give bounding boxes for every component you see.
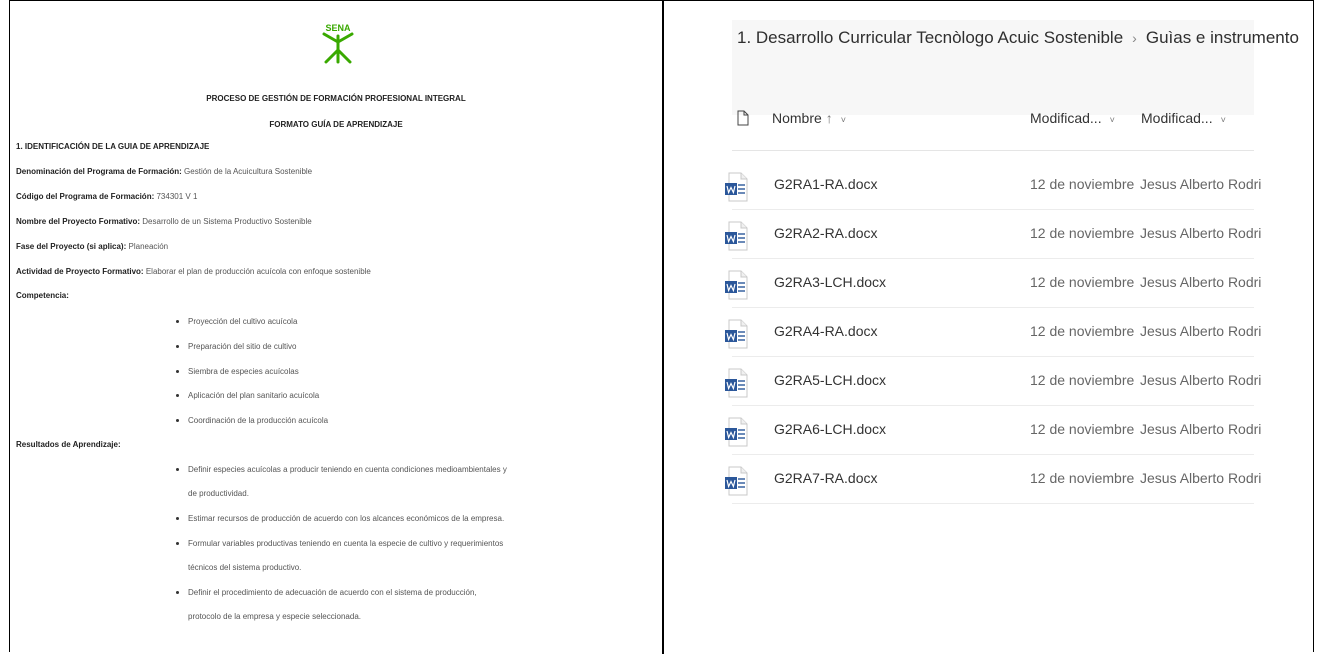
file-name-link[interactable]: G2RA7-RA.docx xyxy=(774,470,877,486)
file-name-link[interactable]: G2RA2-RA.docx xyxy=(774,225,877,241)
file-modified-date: 12 de noviembre xyxy=(1030,225,1135,241)
file-name-link[interactable]: G2RA3-LCH.docx xyxy=(774,274,886,290)
chevron-down-icon: ˅ xyxy=(1109,115,1115,125)
doc-title-process: PROCESO DE GESTIÓN DE FORMACIÓN PROFESIO… xyxy=(206,94,466,103)
doc-title-format: FORMATO GUÍA DE APRENDIZAJE xyxy=(269,120,403,129)
breadcrumb: 1. Desarrollo Curricular Tecnòlogo Acuic… xyxy=(737,28,1299,48)
file-modified-date: 12 de noviembre xyxy=(1030,372,1135,388)
competencia-label: Competencia: xyxy=(16,291,69,300)
list-item: Aplicación del plan sanitario acuícola xyxy=(176,391,319,400)
breadcrumb-folder-parent[interactable]: 1. Desarrollo Curricular Tecnòlogo Acuic… xyxy=(737,28,1123,47)
word-document-icon xyxy=(725,172,748,202)
column-header-name[interactable]: Nombre ↑ ˅ xyxy=(772,110,846,126)
file-modified-by: Jesus Alberto Rodri xyxy=(1140,225,1262,241)
list-item: Definir el procedimiento de adecuación d… xyxy=(176,588,477,597)
field-proyecto: Nombre del Proyecto Formativo: Desarroll… xyxy=(16,217,312,226)
list-item: Coordinación de la producción acuícola xyxy=(176,416,328,425)
list-item: Formular variables productivas teniendo … xyxy=(176,539,503,548)
file-name-link[interactable]: G2RA1-RA.docx xyxy=(774,176,877,192)
list-item-continuation: técnicos del sistema productivo. xyxy=(188,563,302,572)
file-list-panel: 1. Desarrollo Curricular Tecnòlogo Acuic… xyxy=(664,0,1314,654)
file-modified-by: Jesus Alberto Rodri xyxy=(1140,176,1262,192)
svg-text:SENA: SENA xyxy=(325,23,351,33)
column-header-modified-by[interactable]: Modificad... ˅ xyxy=(1141,110,1226,126)
chevron-down-icon: ˅ xyxy=(1220,115,1226,125)
file-modified-date: 12 de noviembre xyxy=(1030,176,1135,192)
list-item-continuation: protocolo de la empresa y especie selecc… xyxy=(188,612,361,621)
section-identification: 1. IDENTIFICACIÓN DE LA GUIA DE APRENDIZ… xyxy=(16,142,210,151)
word-document-icon xyxy=(725,368,748,398)
list-item: Estimar recursos de producción de acuerd… xyxy=(176,514,504,523)
list-item: Preparación del sitio de cultivo xyxy=(176,342,297,351)
column-header-modified[interactable]: Modificad... ˅ xyxy=(1030,110,1115,126)
list-item: Siembra de especies acuícolas xyxy=(176,367,299,376)
breadcrumb-separator-icon: › xyxy=(1132,30,1137,46)
resultados-label: Resultados de Aprendizaje: xyxy=(16,440,121,449)
sena-logo: SENA xyxy=(322,22,354,64)
file-modified-date: 12 de noviembre xyxy=(1030,323,1135,339)
document-preview: SENA PROCESO DE GESTIÓN DE FORMACIÓN PRO… xyxy=(11,0,661,654)
list-item: Definir especies acuícolas a producir te… xyxy=(176,465,507,474)
word-document-icon xyxy=(725,319,748,349)
file-modified-by: Jesus Alberto Rodri xyxy=(1140,323,1262,339)
file-modified-date: 12 de noviembre xyxy=(1030,421,1135,437)
word-document-icon xyxy=(725,417,748,447)
file-modified-by: Jesus Alberto Rodri xyxy=(1140,274,1262,290)
chevron-down-icon: ˅ xyxy=(840,115,846,125)
breadcrumb-folder-current[interactable]: Guìas e instrumento xyxy=(1146,28,1299,47)
file-name-link[interactable]: G2RA6-LCH.docx xyxy=(774,421,886,437)
file-modified-date: 12 de noviembre xyxy=(1030,274,1135,290)
field-actividad: Actividad de Proyecto Formativo: Elabora… xyxy=(16,267,371,276)
word-document-icon xyxy=(725,466,748,496)
sort-ascending-icon: ↑ xyxy=(825,110,833,126)
file-modified-by: Jesus Alberto Rodri xyxy=(1140,372,1262,388)
header-divider xyxy=(732,150,1254,151)
file-type-column-icon[interactable] xyxy=(737,110,749,126)
file-name-link[interactable]: G2RA4-RA.docx xyxy=(774,323,877,339)
list-item: Proyección del cultivo acuícola xyxy=(176,317,297,326)
field-fase: Fase del Proyecto (si aplica): Planeació… xyxy=(16,242,169,251)
field-programa: Denominación del Programa de Formación: … xyxy=(16,167,313,176)
row-divider xyxy=(732,503,1254,504)
word-document-icon xyxy=(725,270,748,300)
file-modified-by: Jesus Alberto Rodri xyxy=(1140,470,1262,486)
list-item-continuation: de productividad. xyxy=(188,489,249,498)
file-name-link[interactable]: G2RA5-LCH.docx xyxy=(774,372,886,388)
word-document-icon xyxy=(725,221,748,251)
file-modified-by: Jesus Alberto Rodri xyxy=(1140,421,1262,437)
file-modified-date: 12 de noviembre xyxy=(1030,470,1135,486)
field-codigo: Código del Programa de Formación: 734301… xyxy=(16,192,198,201)
